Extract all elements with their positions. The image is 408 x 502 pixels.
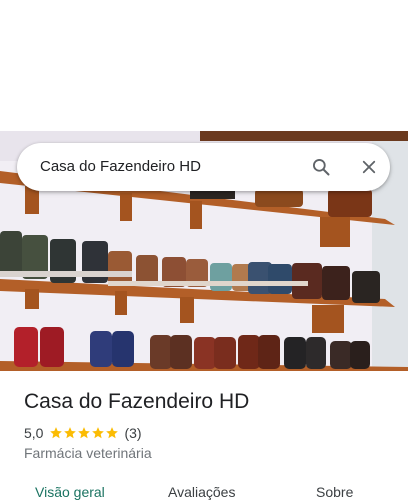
star-rating: [49, 426, 119, 440]
tab-about[interactable]: Sobre: [316, 483, 353, 501]
star-icon: [78, 427, 91, 439]
place-name: Casa do Fazendeiro HD: [24, 390, 250, 413]
blank-header-area: [0, 0, 408, 131]
rating-value: 5,0: [24, 425, 44, 441]
clear-search-button[interactable]: [354, 152, 384, 182]
place-tabs: Visão geral Avaliações Sobre: [0, 478, 408, 502]
star-icon: [50, 427, 63, 439]
tab-reviews[interactable]: Avaliações: [168, 483, 235, 501]
search-button[interactable]: [307, 153, 335, 181]
place-category[interactable]: Farmácia veterinária: [24, 444, 152, 462]
star-icon: [64, 427, 77, 439]
close-icon: [362, 160, 376, 174]
star-icon: [106, 427, 119, 439]
tab-overview[interactable]: Visão geral: [35, 483, 105, 501]
search-bar[interactable]: Casa do Fazendeiro HD: [17, 143, 390, 191]
search-query-text[interactable]: Casa do Fazendeiro HD: [40, 143, 201, 191]
star-icon: [92, 427, 105, 439]
review-count[interactable]: (3): [124, 425, 141, 441]
search-icon: [313, 159, 330, 176]
rating-row[interactable]: 5,0 (3): [24, 423, 142, 443]
